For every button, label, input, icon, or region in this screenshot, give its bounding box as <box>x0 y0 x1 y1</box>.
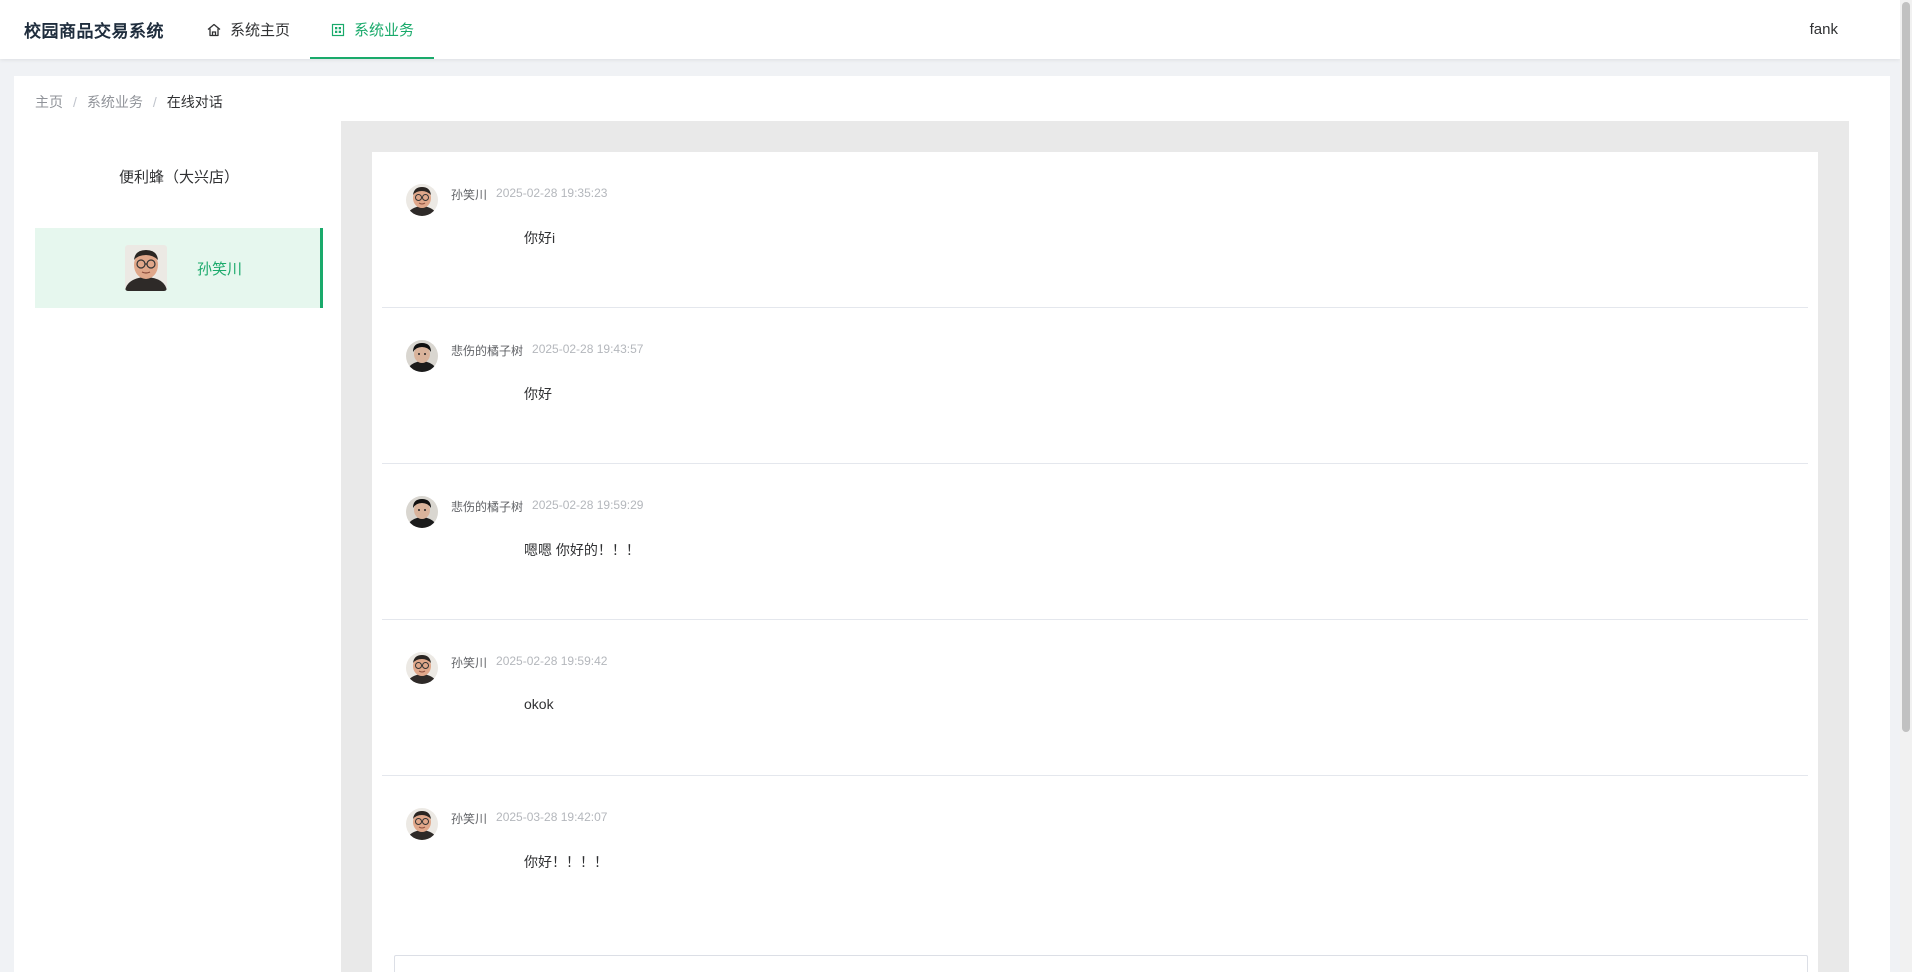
breadcrumb-home[interactable]: 主页 <box>35 92 63 112</box>
breadcrumb-business[interactable]: 系统业务 <box>87 92 143 112</box>
message-input[interactable] <box>394 955 1808 972</box>
chat-panel: 孙笑川 2025-02-28 19:35:23 你好i 悲伤的橘子树 2025-… <box>372 152 1818 972</box>
contact-item[interactable]: 孙笑川 <box>35 228 323 308</box>
avatar <box>406 340 438 372</box>
message-text: 你好！！！！ <box>524 854 608 870</box>
page-scrollbar[interactable] <box>1900 0 1912 972</box>
nav-system-business-label: 系统业务 <box>354 22 415 39</box>
avatar <box>406 184 438 216</box>
message-sender: 悲伤的橘子树 <box>451 500 524 514</box>
message-list: 孙笑川 2025-02-28 19:35:23 你好i 悲伤的橘子树 2025-… <box>382 152 1808 932</box>
message-item: 孙笑川 2025-03-28 19:42:07 你好！！！！ <box>382 776 1808 932</box>
user-menu[interactable]: fank <box>1810 0 1838 59</box>
contact-name: 孙笑川 <box>197 260 243 278</box>
home-icon <box>206 22 222 38</box>
message-sender: 孙笑川 <box>451 188 488 202</box>
nav-system-home[interactable]: 系统主页 <box>186 0 310 59</box>
breadcrumb-separator: / <box>152 94 157 110</box>
message-time: 2025-02-28 19:35:23 <box>496 186 608 200</box>
message-text: okok <box>524 696 554 712</box>
message-sender: 孙笑川 <box>451 656 488 670</box>
message-item: 悲伤的橘子树 2025-02-28 19:59:29 嗯嗯 你好的！！！ <box>382 464 1808 620</box>
shop-title: 便利蜂（大兴店） <box>118 169 239 186</box>
message-item: 悲伤的橘子树 2025-02-28 19:43:57 你好 <box>382 308 1808 464</box>
breadcrumb-separator: / <box>73 94 77 110</box>
contact-list: 便利蜂（大兴店） 孙笑川 <box>35 148 323 308</box>
message-text: 嗯嗯 你好的！！！ <box>524 542 640 558</box>
message-sender: 孙笑川 <box>451 812 488 826</box>
chat-container: 孙笑川 2025-02-28 19:35:23 你好i 悲伤的橘子树 2025-… <box>341 121 1849 972</box>
app-title: 校园商品交易系统 <box>24 22 164 41</box>
message-sender: 悲伤的橘子树 <box>451 344 524 358</box>
message-time: 2025-02-28 19:43:57 <box>532 342 644 356</box>
avatar <box>406 652 438 684</box>
message-time: 2025-02-28 19:59:42 <box>496 654 608 668</box>
main-panel: 主页 / 系统业务 / 在线对话 便利蜂（大兴店） 孙笑川 孙笑川 2025-0… <box>14 76 1890 972</box>
message-text: 你好 <box>524 386 552 402</box>
message-time: 2025-02-28 19:59:29 <box>532 498 644 512</box>
breadcrumb-current: 在线对话 <box>166 94 223 110</box>
message-text: 你好i <box>524 230 556 246</box>
message-item: 孙笑川 2025-02-28 19:35:23 你好i <box>382 152 1808 308</box>
message-item: 孙笑川 2025-02-28 19:59:42 okok <box>382 620 1808 776</box>
message-time: 2025-03-28 19:42:07 <box>496 810 608 824</box>
avatar <box>406 808 438 840</box>
scrollbar-thumb[interactable] <box>1902 2 1910 732</box>
top-navbar: 校园商品交易系统 系统主页 系统业务 fank <box>0 0 1900 59</box>
breadcrumb: 主页 / 系统业务 / 在线对话 <box>35 92 223 112</box>
nav-system-business[interactable]: 系统业务 <box>310 0 435 59</box>
avatar <box>125 245 167 291</box>
grid-icon <box>330 22 346 38</box>
nav-system-home-label: 系统主页 <box>230 22 291 39</box>
avatar <box>406 496 438 528</box>
